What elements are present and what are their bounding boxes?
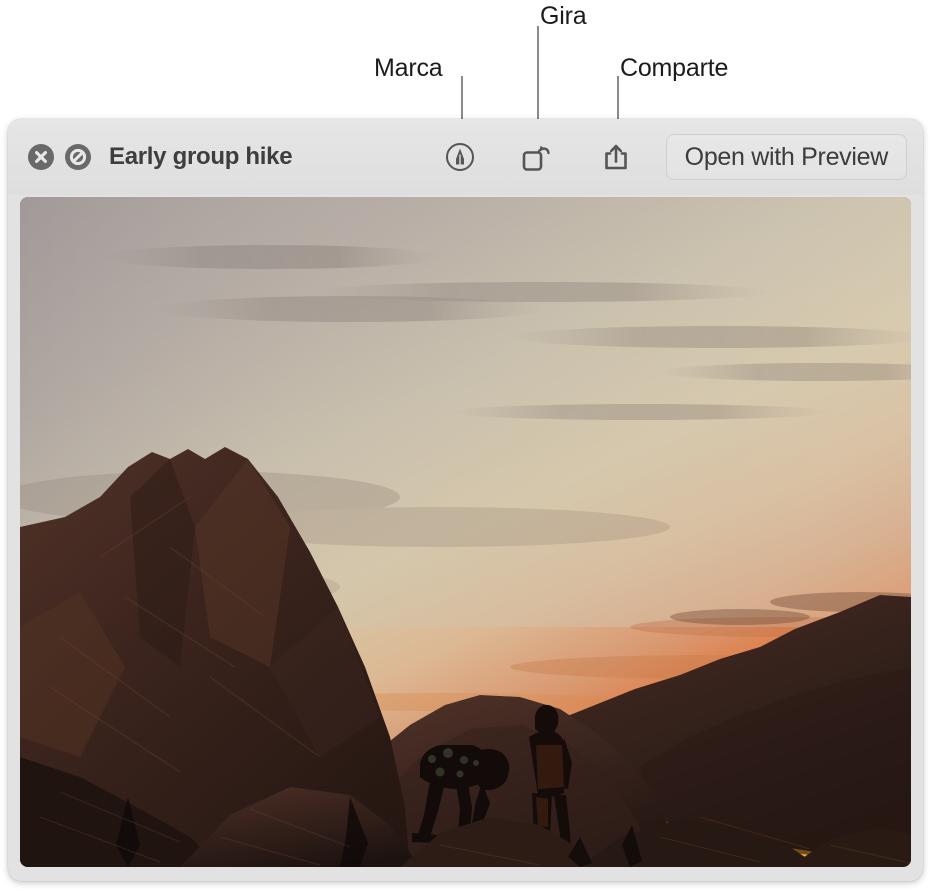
markup-tool-button[interactable] bbox=[440, 137, 480, 177]
open-with-preview-button[interactable]: Open with Preview bbox=[665, 134, 907, 180]
callout-label-comparte: Comparte bbox=[620, 54, 729, 82]
rotate-icon bbox=[522, 145, 550, 171]
window-title: Early group hike bbox=[109, 143, 293, 170]
rotate-tool-button[interactable] bbox=[516, 137, 556, 177]
window-titlebar: Early group hike Open with Preview bbox=[8, 119, 923, 195]
markup-toggle-button[interactable] bbox=[65, 144, 91, 170]
callout-label-gira: Gira bbox=[540, 2, 587, 30]
share-icon bbox=[604, 144, 627, 170]
sunset-hikers-photograph bbox=[20, 197, 911, 867]
quick-look-window: Early group hike Open with Preview bbox=[8, 119, 923, 881]
slash-circle-icon bbox=[69, 148, 87, 166]
callout-label-marca: Marca bbox=[374, 54, 443, 82]
share-tool-button[interactable] bbox=[596, 137, 636, 177]
close-icon bbox=[35, 151, 47, 163]
markup-pen-icon bbox=[445, 143, 474, 171]
photo-preview[interactable] bbox=[20, 197, 911, 867]
close-button[interactable] bbox=[28, 144, 54, 170]
